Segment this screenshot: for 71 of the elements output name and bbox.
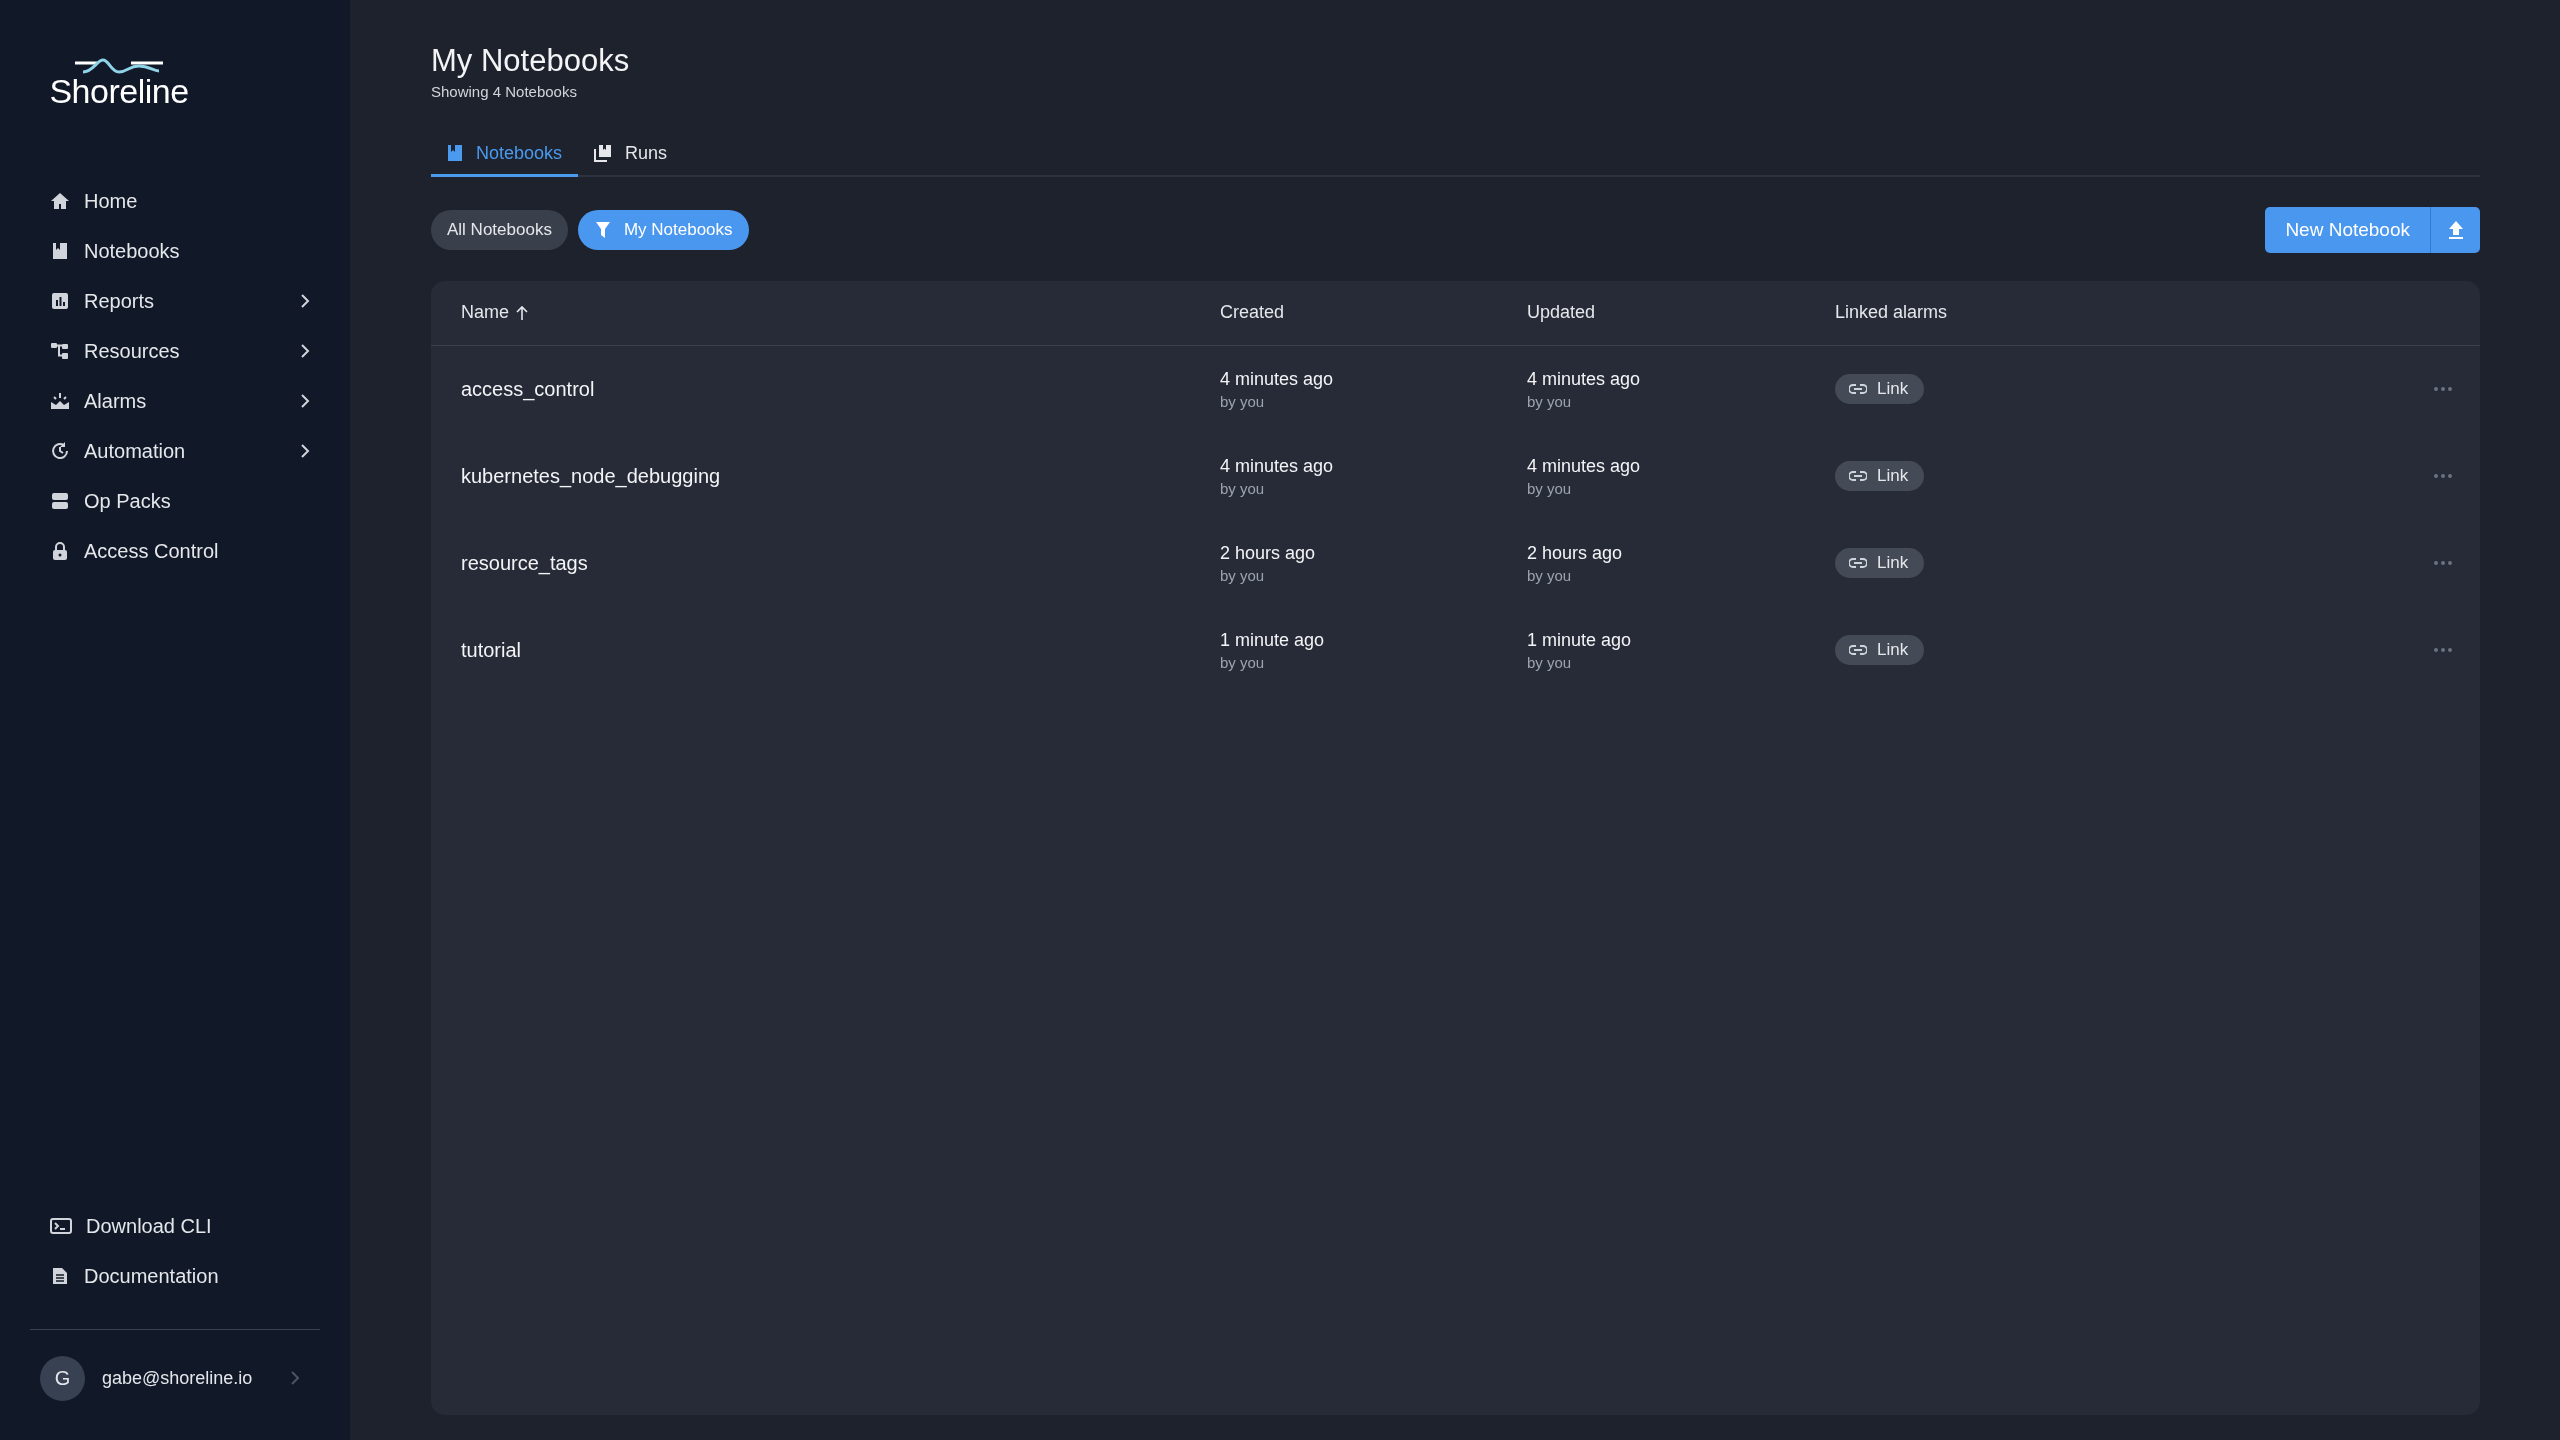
nav-item[interactable]: Reports <box>0 276 350 326</box>
updated-by: by you <box>1527 653 1573 671</box>
link-icon <box>1849 471 1867 482</box>
column-header[interactable]: Linked alarms <box>1835 302 1948 324</box>
home-icon <box>50 191 70 211</box>
updated-time: 4 minutes ago <box>1527 368 1641 390</box>
created-time: 4 minutes ago <box>1220 455 1334 477</box>
updated-time: 4 minutes ago <box>1527 455 1641 477</box>
link-button[interactable]: Link <box>1835 635 1925 666</box>
clock-refresh-icon <box>50 441 70 461</box>
link-icon <box>1849 645 1867 656</box>
created-time: 2 hours ago <box>1220 542 1316 564</box>
created-time: 4 minutes ago <box>1220 368 1334 390</box>
notebook-name[interactable]: kubernetes_node_debugging <box>461 464 721 488</box>
lock-icon <box>50 541 70 561</box>
created-by: by you <box>1220 653 1266 671</box>
column-header[interactable]: Updated <box>1527 302 1596 324</box>
created-by: by you <box>1220 392 1266 410</box>
filter-icon <box>595 221 610 238</box>
link-button[interactable]: Link <box>1835 461 1925 492</box>
more-icon <box>2434 474 2452 479</box>
column-header[interactable]: Name <box>461 302 529 324</box>
filter-chip[interactable]: All Notebooks <box>431 209 568 250</box>
updated-by: by you <box>1527 479 1573 497</box>
nav-item[interactable]: Notebooks <box>0 226 350 276</box>
nav-item[interactable]: Home <box>0 176 350 226</box>
nav-item[interactable]: Access Control <box>0 526 350 576</box>
updated-time: 2 hours ago <box>1527 542 1623 564</box>
nav-item[interactable]: Automation <box>0 426 350 476</box>
document-icon <box>50 1266 70 1286</box>
link-icon <box>1849 384 1867 395</box>
more-icon <box>2434 387 2452 392</box>
nav-item[interactable]: Op Packs <box>0 476 350 526</box>
updated-by: by you <box>1527 566 1573 584</box>
created-by: by you <box>1220 566 1266 584</box>
notebook-name[interactable]: tutorial <box>461 638 522 662</box>
tab[interactable]: Runs <box>578 132 684 177</box>
upload-button[interactable] <box>2430 206 2480 253</box>
notebook-icon <box>50 241 70 261</box>
alarm-icon <box>50 391 70 411</box>
nav-item[interactable]: Resources <box>0 326 350 376</box>
user-menu[interactable]: G gabe@shoreline.io <box>0 1330 350 1426</box>
column-header[interactable]: Created <box>1220 302 1285 324</box>
bar-chart-icon <box>50 291 70 311</box>
notebook-name[interactable]: resource_tags <box>461 551 588 575</box>
nav-item[interactable]: Download CLI <box>0 1201 350 1251</box>
avatar: G <box>40 1355 85 1401</box>
updated-time: 1 minute ago <box>1527 629 1632 651</box>
more-icon <box>2434 561 2452 566</box>
notebook-icon <box>447 144 463 163</box>
stacked-notebooks-icon <box>594 144 613 163</box>
hierarchy-icon <box>50 341 70 361</box>
link-button[interactable]: Link <box>1835 374 1925 405</box>
link-icon <box>1849 558 1867 569</box>
created-time: 1 minute ago <box>1220 629 1325 651</box>
created-by: by you <box>1220 479 1266 497</box>
stack-icon <box>50 491 70 511</box>
tab[interactable]: Notebooks <box>431 132 579 177</box>
notebook-name[interactable]: access_control <box>461 377 595 401</box>
link-button[interactable]: Link <box>1835 548 1925 579</box>
brand-name: Shoreline <box>49 74 189 108</box>
chevron-right-icon <box>290 1370 300 1386</box>
nav-item[interactable]: Documentation <box>0 1251 350 1301</box>
more-icon <box>2434 648 2452 653</box>
page-subtitle: Showing 4 Notebooks <box>431 82 577 100</box>
terminal-icon <box>50 1216 72 1236</box>
page-title: My Notebooks <box>431 42 630 80</box>
upload-icon <box>2447 219 2464 240</box>
updated-by: by you <box>1527 392 1573 410</box>
wave-icon <box>75 58 163 76</box>
nav-item[interactable]: Alarms <box>0 376 350 426</box>
